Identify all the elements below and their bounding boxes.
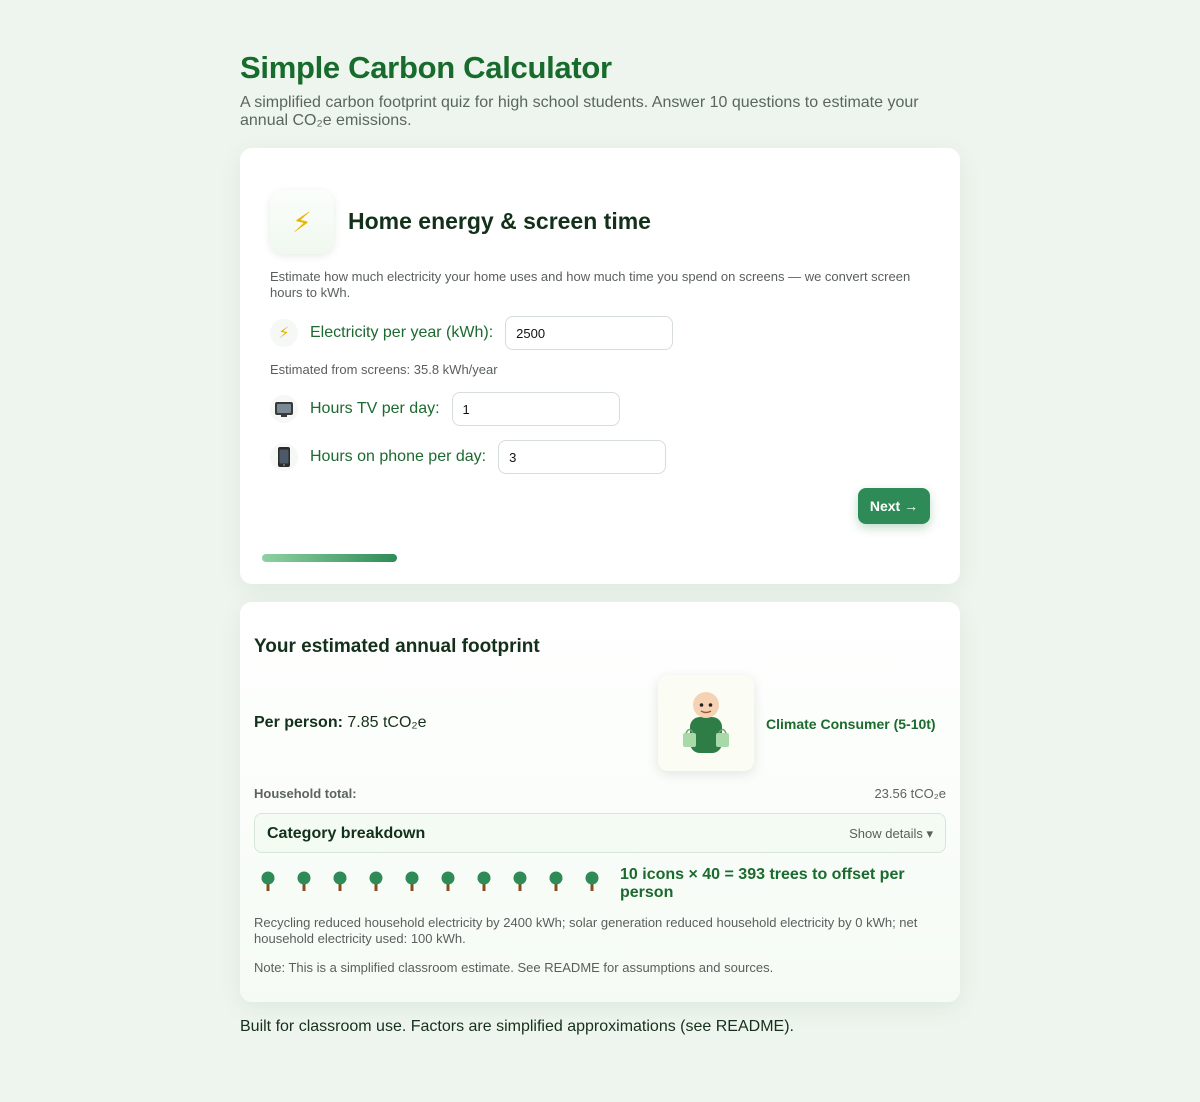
household-label: Household total: [254,786,357,801]
tree-icon [438,870,474,894]
shopper-avatar-icon [683,692,729,753]
next-button[interactable]: Next → [858,488,930,524]
tv-field-row: Hours TV per day: [270,392,620,426]
page-title: Simple Carbon Calculator [240,50,612,85]
tree-icon [546,870,582,894]
screen-estimate-text: Estimated from screens: 35.8 kWh/year [270,362,498,377]
tree-icon [258,870,294,894]
tree-icon [294,870,330,894]
phone-field-row: Hours on phone per day: [270,440,667,474]
persona-label: Climate Consumer (5-10t) [766,716,936,732]
step-description: Estimate how much electricity your home … [270,269,911,300]
trees-offset-text: 10 icons × 40 = 393 trees to offset per … [620,866,905,901]
recycling-note: Recycling reduced household electricity … [254,915,918,946]
progress-bar-fill [262,554,398,562]
electricity-input[interactable] [505,316,674,350]
household-value: 23.56 tCO₂e [874,786,946,801]
tv-hours-label: Hours TV per day: [310,400,440,417]
quiz-card: ⚡ Home energy & screen time Estimate how… [240,148,960,584]
phone-hours-label: Hours on phone per day: [310,448,487,465]
per-person-summary: Per person: 7.85 tCO₂e [254,714,427,732]
tv-icon [270,395,298,423]
show-details-toggle[interactable]: Show details ▾ [849,826,933,842]
electricity-label: Electricity per year (kWh): [310,324,494,341]
tree-icons [258,870,618,894]
progress-bar [262,554,938,562]
tree-icon [474,870,510,894]
classroom-note: Note: This is a simplified classroom est… [254,960,774,975]
tree-icon [366,870,402,894]
lightning-icon: ⚡ [270,190,334,254]
per-person-label: Per person: [254,714,343,731]
persona-avatar [658,675,754,771]
breakdown-title: Category breakdown [267,825,426,842]
step-title: Home energy & screen time [348,208,651,234]
page-footer: Built for classroom use. Factors are sim… [240,1018,794,1035]
tree-icon [402,870,438,894]
tree-icon [582,870,618,894]
results-card: Your estimated annual footprint Per pers… [240,602,960,1002]
lightning-icon: ⚡ [270,319,298,347]
category-breakdown[interactable]: Category breakdown Show details ▾ [254,813,946,853]
per-person-value: 7.85 tCO₂e [347,714,427,731]
results-title: Your estimated annual footprint [254,636,540,657]
electricity-field-row: ⚡ Electricity per year (kWh): [270,316,674,350]
phone-icon [270,443,298,471]
tree-icon [510,870,546,894]
tv-hours-input[interactable] [451,392,620,426]
page-subtitle: A simplified carbon footprint quiz for h… [240,94,919,129]
phone-hours-input[interactable] [498,440,667,474]
tree-icon [330,870,366,894]
